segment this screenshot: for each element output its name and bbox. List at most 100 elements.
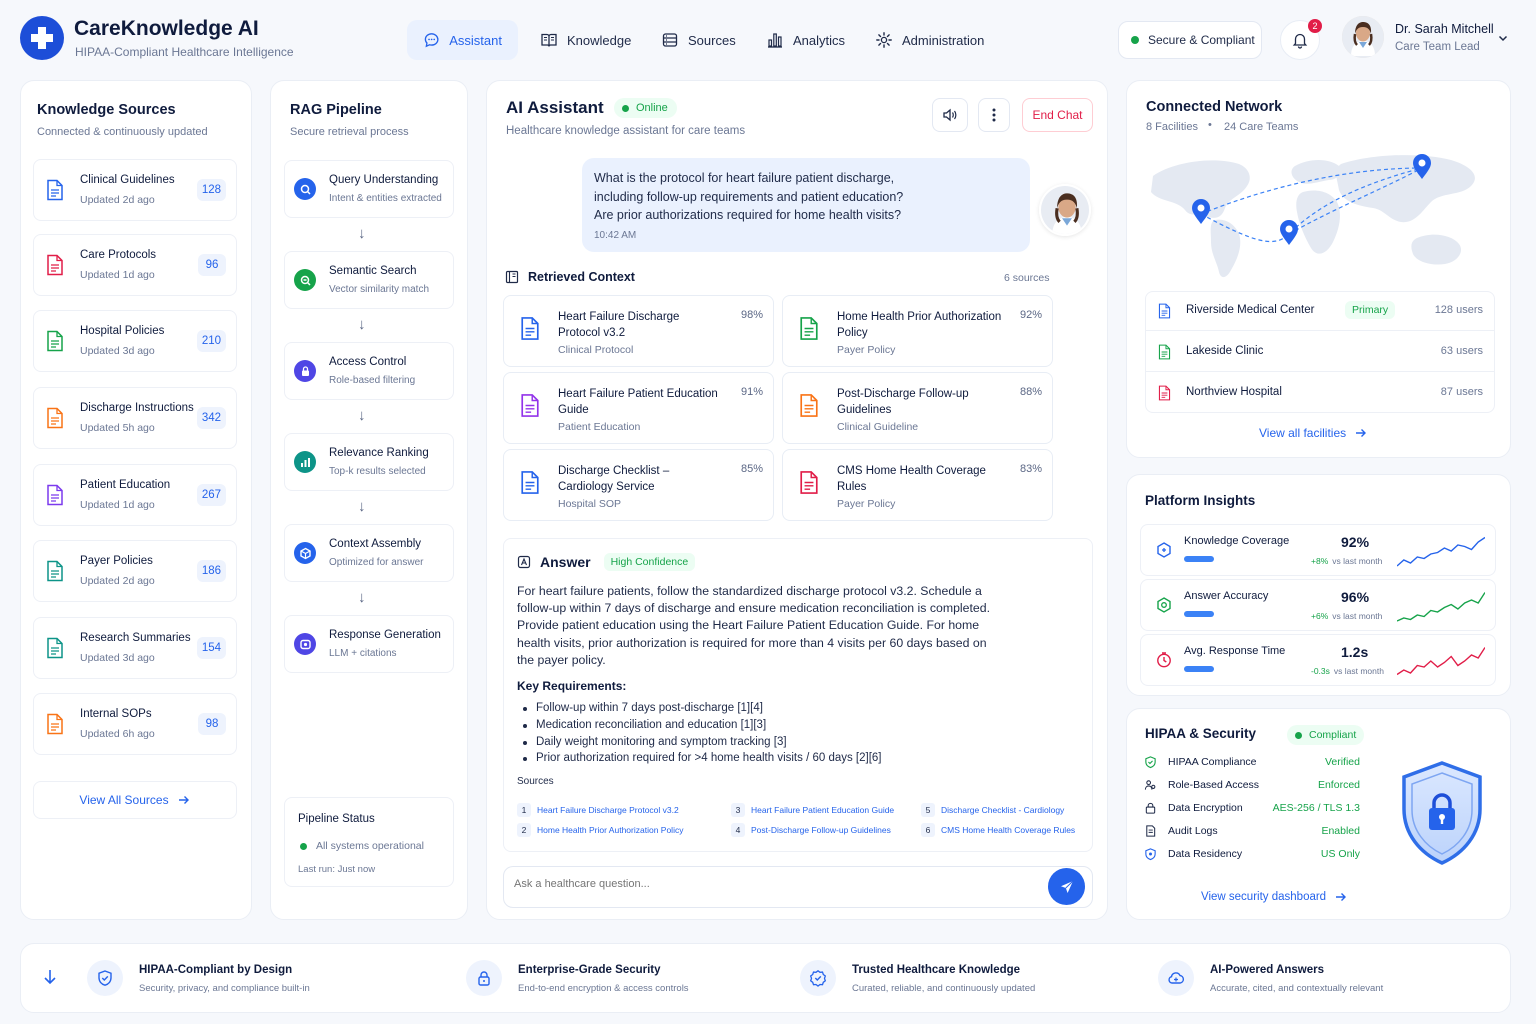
source-updated: Updated 2d ago — [80, 575, 155, 587]
context-card[interactable]: Heart Failure Discharge Protocol v3.2 Cli… — [503, 295, 774, 367]
source-updated: Updated 3d ago — [80, 345, 155, 357]
requirement-item: Daily weight monitoring and symptom trac… — [522, 734, 882, 751]
source-count-badge: 267 — [196, 484, 226, 506]
document-icon — [521, 317, 539, 340]
source-item[interactable]: Internal SOPs Updated 6h ago 98 — [33, 693, 237, 755]
document-icon — [800, 394, 818, 417]
source-citation-link[interactable]: 3 Heart Failure Patient Education Guide — [731, 803, 894, 817]
view-all-sources-button[interactable]: View All Sources — [33, 781, 237, 819]
context-type: Hospital SOP — [558, 498, 622, 510]
insight-card[interactable]: Avg. Response Time 1.2s -0.3s vs last month — [1140, 634, 1496, 686]
feature-title: Trusted Healthcare Knowledge — [852, 964, 1021, 976]
nav-administration[interactable]: Administration — [859, 20, 1000, 60]
context-card[interactable]: Heart Failure Patient Education Guide Pat… — [503, 372, 774, 444]
citation-label: CMS Home Health Coverage Rules — [941, 825, 1076, 835]
document-icon — [1158, 303, 1171, 319]
source-name: Payer Policies — [80, 555, 153, 567]
source-citation-link[interactable]: 5 Discharge Checklist - Cardiology — [921, 803, 1064, 817]
gear-icon — [876, 32, 892, 48]
database-icon — [662, 33, 678, 47]
user-name: Dr. Sarah Mitchell — [1395, 22, 1494, 36]
source-item[interactable]: Clinical Guidelines Updated 2d ago 128 — [33, 159, 237, 221]
arrow-down-icon: ↓ — [358, 225, 366, 242]
app-logo[interactable] — [20, 16, 64, 60]
insight-name: Answer Accuracy — [1184, 590, 1269, 602]
source-item[interactable]: Research Summaries Updated 3d ago 154 — [33, 617, 237, 679]
pipeline-step[interactable]: Access Control Role-based filtering — [284, 342, 454, 400]
view-all-facilities-link[interactable]: View all facilities — [1259, 426, 1368, 440]
context-card[interactable]: Post-Discharge Follow-up Guidelines Clini… — [782, 372, 1053, 444]
insight-progress-bar — [1184, 556, 1214, 562]
bell-icon — [1292, 33, 1308, 49]
more-options-button[interactable] — [978, 98, 1010, 132]
pipeline-step-icon — [294, 269, 316, 291]
question-input[interactable] — [514, 878, 1014, 890]
nav-label: Knowledge — [567, 32, 632, 48]
facility-name: Riverside Medical Center — [1186, 304, 1315, 316]
source-updated: Updated 1d ago — [80, 269, 155, 281]
nav-label: Sources — [688, 32, 736, 48]
insight-card[interactable]: Knowledge Coverage 92% +8% vs last month — [1140, 524, 1496, 576]
scroll-down-icon[interactable] — [40, 967, 60, 987]
pipeline-step[interactable]: Response Generation LLM + citations — [284, 615, 454, 673]
source-name: Care Protocols — [80, 249, 157, 261]
nav-sources[interactable]: Sources — [645, 20, 752, 60]
insight-progress-bar — [1184, 611, 1214, 617]
secure-compliant-badge[interactable]: Secure & Compliant — [1118, 21, 1262, 59]
pipeline-status-text: All systems operational — [316, 840, 424, 852]
user-avatar[interactable] — [1342, 16, 1384, 58]
requirement-text: Follow-up within 7 days post-discharge [… — [536, 702, 763, 714]
source-item[interactable]: Care Protocols Updated 1d ago 96 — [33, 234, 237, 296]
source-citation-link[interactable]: 2 Home Health Prior Authorization Policy — [517, 823, 683, 837]
insight-card[interactable]: Answer Accuracy 96% +6% vs last month — [1140, 579, 1496, 631]
facility-row[interactable]: Riverside Medical Center Primary 128 users — [1145, 291, 1495, 331]
step-name: Relevance Ranking — [329, 447, 429, 459]
arrow-right-icon — [1336, 893, 1347, 901]
document-icon — [46, 179, 64, 201]
source-item[interactable]: Patient Education Updated 1d ago 267 — [33, 464, 237, 526]
pipeline-step[interactable]: Relevance Ranking Top-k results selected — [284, 433, 454, 491]
relevance-score: 91% — [740, 386, 763, 398]
facility-row[interactable]: Lakeside Clinic 63 users — [1145, 332, 1495, 372]
user-menu-chevron-icon[interactable] — [1497, 32, 1509, 44]
source-citation-link[interactable]: 1 Heart Failure Discharge Protocol v3.2 — [517, 803, 679, 817]
insight-value: 96% — [1341, 589, 1370, 605]
pipeline-step[interactable]: Semantic Search Vector similarity match — [284, 251, 454, 309]
relevance-score: 83% — [1019, 463, 1042, 475]
document-icon — [1158, 303, 1171, 319]
facility-users: 87 users — [1440, 386, 1483, 398]
context-card[interactable]: Discharge Checklist – Cardiology Service… — [503, 449, 774, 521]
end-chat-button[interactable]: End Chat — [1022, 98, 1093, 132]
delta-suffix: vs last month — [1332, 556, 1383, 566]
lock-icon — [466, 960, 502, 996]
pipeline-step[interactable]: Context Assembly Optimized for answer — [284, 524, 454, 582]
nav-label: Assistant — [449, 32, 502, 48]
brain-cloud-icon — [1158, 960, 1194, 996]
bullet-icon — [523, 757, 527, 762]
nav-assistant[interactable]: Assistant — [407, 20, 518, 60]
source-citation-link[interactable]: 6 CMS Home Health Coverage Rules — [921, 823, 1075, 837]
feature-desc: End-to-end encryption & access controls — [518, 983, 689, 994]
context-title: Post-Discharge Follow-up Guidelines — [837, 388, 969, 416]
delta-value: +8% — [1311, 556, 1329, 566]
source-item[interactable]: Discharge Instructions Updated 5h ago 342 — [33, 387, 237, 449]
source-citation-link[interactable]: 4 Post-Discharge Follow-up Guidelines — [731, 823, 891, 837]
shield-check-icon — [87, 960, 123, 996]
context-card[interactable]: CMS Home Health Coverage Rules Payer Poli… — [782, 449, 1053, 521]
facility-row[interactable]: Northview Hospital 87 users — [1145, 373, 1495, 413]
pipeline-step[interactable]: Query Understanding Intent & entities ext… — [284, 160, 454, 218]
chat-input-field[interactable] — [503, 866, 1093, 908]
insight-icon — [1155, 596, 1173, 614]
doctor-avatar-icon — [1342, 16, 1384, 58]
source-item[interactable]: Hospital Policies Updated 3d ago 210 — [33, 310, 237, 372]
context-card[interactable]: Home Health Prior Authorization Policy Pa… — [782, 295, 1053, 367]
speaker-button[interactable] — [932, 98, 968, 132]
source-name: Internal SOPs — [80, 708, 152, 720]
pipeline-step-icon — [294, 633, 316, 655]
nav-knowledge[interactable]: Knowledge — [524, 20, 647, 60]
view-security-dashboard-link[interactable]: View security dashboard — [1201, 890, 1348, 904]
source-item[interactable]: Payer Policies Updated 2d ago 186 — [33, 540, 237, 602]
nav-analytics[interactable]: Analytics — [750, 20, 861, 60]
source-count-badge: 128 — [196, 179, 226, 201]
send-button[interactable] — [1048, 868, 1085, 905]
